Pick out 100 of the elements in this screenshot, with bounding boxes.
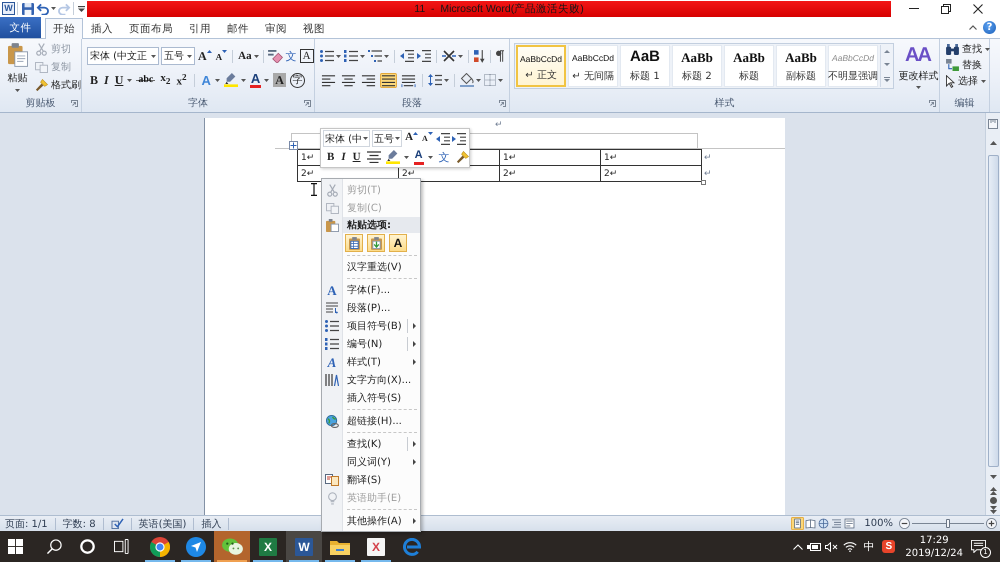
clock-date[interactable]: 2019/12/24: [905, 546, 963, 560]
globe-icon[interactable]: [817, 517, 830, 530]
draft-view-icon[interactable]: [843, 517, 856, 530]
menu-item[interactable]: 插入符号(S): [322, 389, 420, 407]
pilcrow-icon[interactable]: [496, 50, 504, 62]
font-color-button[interactable]: A: [414, 150, 424, 165]
caret-icon[interactable]: [498, 78, 503, 82]
align-left-icon[interactable]: [320, 72, 337, 88]
paste-option-button[interactable]: [345, 234, 363, 252]
caret-icon[interactable]: [51, 7, 56, 10]
caret-icon[interactable]: [444, 78, 449, 82]
bold-button[interactable]: B: [326, 148, 336, 166]
wifi-icon[interactable]: [843, 541, 858, 552]
ribbon-tab[interactable]: 插入: [83, 18, 121, 38]
asian-layout-icon[interactable]: [442, 50, 456, 62]
save-icon[interactable]: [22, 2, 34, 14]
underline-button[interactable]: U: [114, 72, 124, 88]
align-right-icon[interactable]: [360, 72, 377, 88]
ring-icon[interactable]: [80, 539, 95, 554]
caret-icon[interactable]: [254, 54, 259, 58]
restore-icon[interactable]: [941, 4, 951, 14]
proofing-check-icon[interactable]: [110, 518, 124, 529]
menu-item[interactable]: 翻译(S): [322, 471, 420, 489]
select-button[interactable]: 选择: [946, 73, 989, 89]
style-tile[interactable]: AaBb 标题 2: [672, 45, 722, 87]
ime-logo[interactable]: S: [882, 540, 896, 553]
caret-icon[interactable]: [395, 137, 400, 140]
dialog-launcher-icon[interactable]: [499, 100, 506, 106]
scroll-down-icon[interactable]: [990, 475, 996, 479]
paint-bucket-icon[interactable]: [460, 73, 474, 87]
format-painter-button[interactable]: 格式刷: [35, 76, 81, 94]
chevron-up-icon[interactable]: [793, 544, 804, 550]
bullet-list-icon[interactable]: [320, 50, 334, 62]
menu-item[interactable]: 其他操作(A): [322, 512, 420, 530]
change-case-button[interactable]: Aa: [237, 48, 253, 64]
undo-icon[interactable]: [36, 2, 49, 14]
font-name-field[interactable]: 宋体 (中: [323, 130, 370, 148]
grow-font-button[interactable]: A: [404, 130, 420, 148]
word-count[interactable]: 字数: 8: [62, 516, 96, 530]
menu-item[interactable]: A 字体(F)...: [322, 281, 420, 299]
ribbon-tab[interactable]: 审阅: [257, 18, 295, 38]
style-tile[interactable]: AaBb 标题: [724, 45, 774, 87]
enclose-characters-button[interactable]: 字: [290, 72, 305, 88]
multilevel-list-icon[interactable]: [368, 50, 382, 62]
close-icon[interactable]: [973, 4, 983, 14]
superscript-button[interactable]: x$^{2}$: [175, 72, 188, 88]
ribbon-tab[interactable]: 引用: [181, 18, 219, 38]
dialog-launcher-icon[interactable]: [304, 100, 311, 106]
menu-item[interactable]: 汉字重选(V): [322, 258, 420, 276]
style-tile[interactable]: AaBbCcDd 不明显强调: [828, 45, 878, 87]
italic-button[interactable]: I: [103, 72, 110, 88]
phonetic-guide-button[interactable]: 文: [438, 148, 451, 166]
caret-icon[interactable]: [187, 54, 192, 58]
collapse-ribbon-icon[interactable]: [969, 25, 977, 30]
increase-indent-icon[interactable]: [417, 50, 431, 62]
paste-button[interactable]: 粘贴: [3, 40, 32, 92]
dialog-launcher-icon[interactable]: [71, 100, 78, 106]
previous-page-icon[interactable]: [990, 487, 996, 495]
bold-button[interactable]: B: [89, 72, 100, 88]
caret-icon[interactable]: [404, 156, 409, 159]
highlighter-icon[interactable]: [224, 73, 238, 87]
input-mode-indicator[interactable]: 中: [863, 539, 874, 554]
shrink-font-button[interactable]: A: [214, 48, 228, 64]
subscript-button[interactable]: x$_{2}$: [159, 72, 172, 88]
zoom-slider[interactable]: [912, 519, 984, 528]
phonetic-guide-button[interactable]: 文: [284, 48, 298, 64]
app-logo[interactable]: W: [2, 2, 15, 15]
ribbon-tab[interactable]: 页面布局: [121, 18, 181, 38]
battery-icon[interactable]: [807, 542, 822, 552]
menu-item[interactable]: 编号(N): [322, 335, 420, 353]
page-count[interactable]: 页面: 1/1: [5, 516, 48, 530]
borders-icon[interactable]: [484, 74, 496, 86]
notification-icon[interactable]: [971, 540, 986, 553]
taskbar-button[interactable]: W: [286, 531, 322, 562]
caret-icon[interactable]: [151, 54, 156, 58]
eraser-icon[interactable]: [268, 50, 283, 62]
scroll-thumb[interactable]: [988, 155, 998, 467]
zoom-level[interactable]: 100%: [864, 518, 893, 529]
taskbar-button[interactable]: X: [358, 531, 394, 562]
ribbon-tab[interactable]: 视图: [295, 18, 333, 38]
menu-item[interactable]: 项目符号(B): [322, 317, 420, 335]
scroll-up-icon[interactable]: [884, 50, 890, 54]
style-tile[interactable]: AaBb 副标题: [776, 45, 826, 87]
underline-button[interactable]: U: [352, 148, 362, 166]
next-page-icon[interactable]: [990, 506, 996, 514]
caret-icon[interactable]: [360, 54, 365, 58]
clock-time[interactable]: 17:29: [920, 534, 949, 546]
font-color-button[interactable]: A: [250, 72, 262, 88]
highlighter-icon[interactable]: [386, 150, 400, 164]
caret-icon[interactable]: [127, 78, 132, 82]
menu-item[interactable]: A 样式(T): [322, 353, 420, 371]
print-layout-icon[interactable]: [791, 517, 804, 530]
zoom-slider-thumb[interactable]: [946, 519, 950, 528]
style-tile[interactable]: AaBbCcDd ↵ 无间隔: [568, 45, 618, 87]
replace-button[interactable]: 替换: [946, 57, 989, 73]
character-border-button[interactable]: A: [300, 49, 314, 63]
windows-logo-icon[interactable]: [8, 539, 23, 554]
taskbar-button[interactable]: X: [250, 531, 286, 562]
dialog-launcher-icon[interactable]: [929, 100, 936, 106]
align-center-icon[interactable]: [366, 151, 381, 164]
